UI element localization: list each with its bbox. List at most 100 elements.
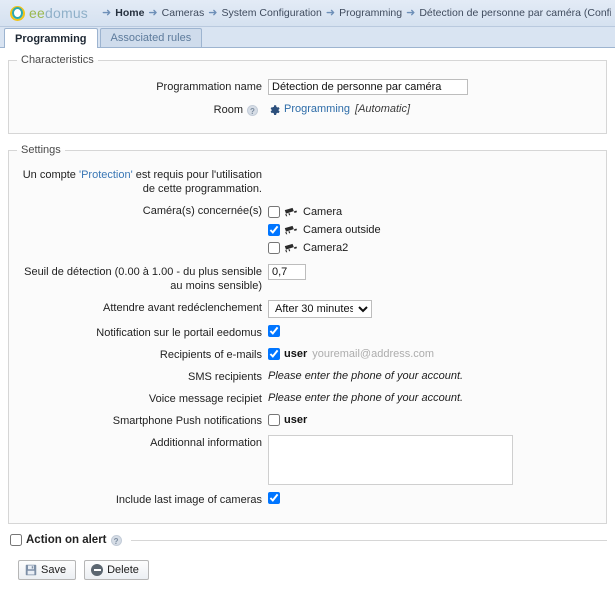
breadcrumb-label: Home bbox=[115, 7, 145, 19]
room-mode-text: [Automatic] bbox=[355, 103, 411, 115]
camera-checkbox[interactable] bbox=[268, 224, 280, 236]
additional-information-row: Additionnal information bbox=[13, 434, 602, 485]
logo-text-part1: ee bbox=[29, 5, 45, 21]
push-user-name: user bbox=[284, 414, 308, 426]
cameras-label: Caméra(s) concernée(s) bbox=[142, 205, 262, 217]
breadcrumb-item-system-configuration[interactable]: ➜ System Configuration bbox=[204, 7, 322, 19]
gear-icon bbox=[268, 103, 280, 115]
cameras-row: Caméra(s) concernée(s) Camera Camera out… bbox=[13, 202, 602, 257]
voice-recipient-label: Voice message recipiet bbox=[148, 393, 262, 405]
form-actions: Save Delete bbox=[8, 546, 607, 580]
push-notifications-label: Smartphone Push notifications bbox=[112, 415, 262, 427]
eedomus-logo: eedomus bbox=[10, 5, 88, 21]
camera-option[interactable]: Camera bbox=[268, 205, 342, 219]
camera-icon bbox=[284, 225, 298, 236]
email-user-name: user bbox=[284, 348, 308, 360]
room-link[interactable]: Programming bbox=[284, 102, 350, 116]
email-address-placeholder: youremail@address.com bbox=[312, 348, 435, 360]
email-recipient-checkbox[interactable] bbox=[268, 348, 280, 360]
camera-option[interactable]: Camera2 bbox=[268, 241, 348, 255]
voice-recipient-message: Please enter the phone of your account. bbox=[268, 392, 464, 404]
arrow-right-icon: ➜ bbox=[325, 7, 336, 19]
note-part2: est requis pour l'utilisation de cette p… bbox=[132, 169, 262, 195]
delete-button[interactable]: Delete bbox=[84, 560, 149, 580]
threshold-input[interactable] bbox=[268, 264, 306, 280]
save-button[interactable]: Save bbox=[18, 560, 77, 580]
page-body: Characteristics Programmation name Room … bbox=[0, 48, 615, 580]
save-button-label: Save bbox=[41, 564, 67, 576]
room-row: Room ? Programming [Automatic] bbox=[13, 101, 602, 117]
logo-text-part2: domus bbox=[44, 5, 89, 21]
camera-name: Camera2 bbox=[303, 242, 349, 254]
characteristics-legend: Characteristics bbox=[21, 54, 94, 66]
protection-account-note-row: Un compte 'Protection' est requis pour l… bbox=[13, 168, 602, 196]
breadcrumb-label: Programming bbox=[339, 7, 403, 19]
breadcrumb-item-programming[interactable]: ➜ Programming bbox=[322, 7, 402, 19]
breadcrumb-item-cameras[interactable]: ➜ Cameras bbox=[144, 7, 204, 19]
programmation-name-row: Programmation name bbox=[13, 78, 602, 95]
camera-name: Camera bbox=[303, 206, 343, 218]
breadcrumb-label: Détection de personne par caméra (Config… bbox=[419, 7, 611, 19]
action-on-alert-legend: Action on alert ? bbox=[8, 534, 131, 546]
breadcrumb: ➜ Home ➜ Cameras ➜ System Configuration … bbox=[102, 7, 611, 19]
email-recipients-row: Recipients of e-mails user youremail@add… bbox=[13, 346, 602, 362]
email-recipients-label: Recipients of e-mails bbox=[159, 349, 262, 361]
portal-notification-label: Notification sur le portail eedomus bbox=[96, 327, 262, 339]
push-notification-checkbox[interactable] bbox=[268, 414, 280, 426]
help-icon[interactable]: ? bbox=[247, 104, 258, 116]
breadcrumb-item-home[interactable]: ➜ Home bbox=[102, 7, 144, 19]
camera-icon bbox=[284, 207, 298, 218]
camera-option[interactable]: Camera outside bbox=[268, 223, 381, 237]
breadcrumb-item-current-page[interactable]: ➜ Détection de personne par caméra (Conf… bbox=[402, 7, 611, 19]
action-on-alert-section: Action on alert ? bbox=[8, 534, 607, 546]
minus-circle-icon bbox=[91, 564, 104, 576]
include-last-image-row: Include last image of cameras bbox=[13, 491, 602, 507]
portal-notification-checkbox[interactable] bbox=[268, 325, 280, 337]
programmation-name-input[interactable] bbox=[268, 79, 468, 95]
camera-checkbox[interactable] bbox=[268, 242, 280, 254]
threshold-label: Seuil de détection (0.00 à 1.00 - du plu… bbox=[24, 266, 262, 292]
characteristics-section: Characteristics Programmation name Room … bbox=[8, 54, 607, 134]
help-icon[interactable]: ? bbox=[110, 534, 122, 546]
logo-ring-icon bbox=[10, 5, 25, 21]
sms-recipients-row: SMS recipients Please enter the phone of… bbox=[13, 368, 602, 384]
tab-bar: Programming Associated rules bbox=[0, 27, 615, 48]
protection-account-note: Un compte 'Protection' est requis pour l… bbox=[13, 168, 268, 196]
tab-programming[interactable]: Programming bbox=[4, 28, 98, 48]
retrigger-row: Attendre avant redéclenchement After 30 … bbox=[13, 299, 602, 318]
arrow-right-icon: ➜ bbox=[148, 7, 158, 19]
programmation-name-label: Programmation name bbox=[156, 81, 262, 93]
breadcrumb-label: Cameras bbox=[161, 7, 205, 19]
logo-wordmark: eedomus bbox=[29, 5, 88, 21]
tab-associated-rules[interactable]: Associated rules bbox=[99, 28, 203, 47]
action-on-alert-label: Action on alert bbox=[26, 534, 107, 546]
camera-icon bbox=[284, 243, 298, 254]
breadcrumb-label: System Configuration bbox=[221, 7, 322, 19]
arrow-right-icon: ➜ bbox=[102, 7, 112, 19]
delete-button-label: Delete bbox=[107, 564, 139, 576]
settings-legend: Settings bbox=[21, 144, 61, 156]
camera-name: Camera outside bbox=[303, 224, 381, 236]
note-part1: Un compte bbox=[22, 169, 79, 181]
action-on-alert-checkbox[interactable] bbox=[10, 534, 22, 546]
settings-section: Settings Un compte 'Protection' est requ… bbox=[8, 144, 607, 524]
include-last-image-label: Include last image of cameras bbox=[115, 494, 262, 506]
additional-information-label: Additionnal information bbox=[150, 437, 262, 449]
retrigger-select[interactable]: After 30 minutes bbox=[268, 300, 372, 318]
protection-link[interactable]: 'Protection' bbox=[79, 169, 133, 181]
threshold-row: Seuil de détection (0.00 à 1.00 - du plu… bbox=[13, 263, 602, 293]
portal-notification-row: Notification sur le portail eedomus bbox=[13, 324, 602, 340]
sms-recipients-label: SMS recipients bbox=[188, 371, 262, 383]
sms-recipients-message: Please enter the phone of your account. bbox=[268, 370, 464, 382]
voice-recipient-row: Voice message recipiet Please enter the … bbox=[13, 390, 602, 406]
additional-information-textarea[interactable] bbox=[268, 435, 513, 485]
push-notifications-row: Smartphone Push notifications user bbox=[13, 412, 602, 428]
arrow-right-icon: ➜ bbox=[406, 7, 416, 19]
retrigger-label: Attendre avant redéclenchement bbox=[103, 302, 262, 314]
floppy-disk-icon bbox=[25, 564, 37, 576]
include-last-image-checkbox[interactable] bbox=[268, 492, 280, 504]
app-header: eedomus ➜ Home ➜ Cameras ➜ System Config… bbox=[0, 0, 615, 27]
room-label: Room bbox=[213, 104, 243, 116]
arrow-right-icon: ➜ bbox=[208, 7, 218, 19]
camera-checkbox[interactable] bbox=[268, 206, 280, 218]
